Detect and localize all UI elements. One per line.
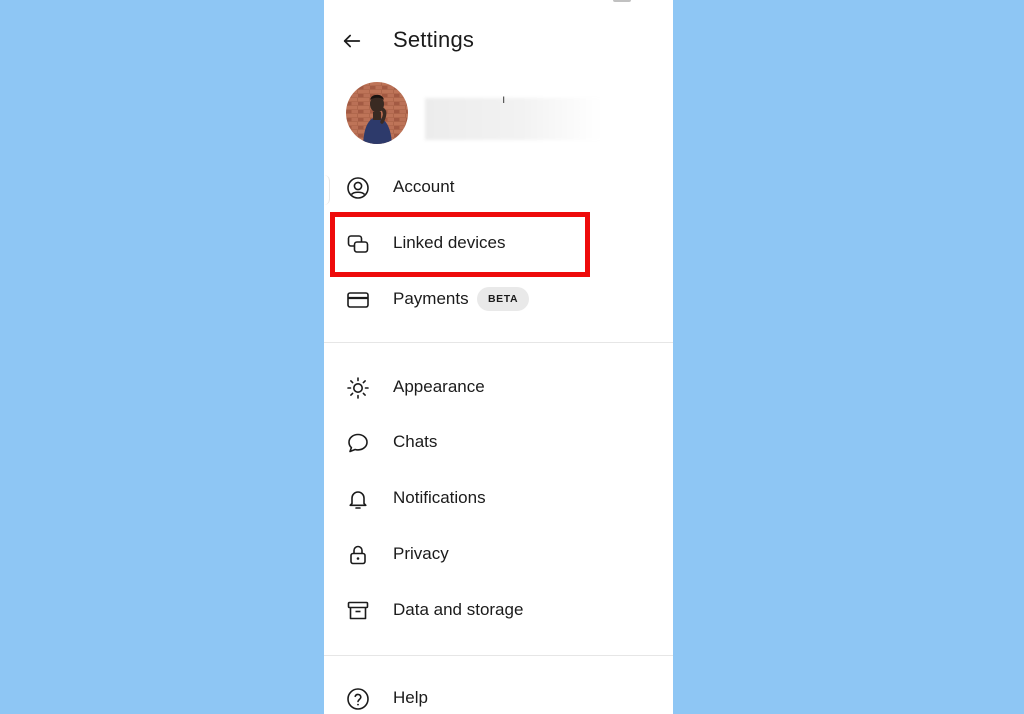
menu-label-account: Account <box>393 177 455 196</box>
settings-screen: Settings ı Account Linked devices Paymen… <box>324 0 673 714</box>
chat-bubble-icon <box>346 431 370 455</box>
profile-name-fragment: ı <box>502 92 506 106</box>
bell-icon <box>346 487 370 511</box>
account-circle-icon <box>346 176 370 200</box>
menu-label-appearance: Appearance <box>393 377 485 396</box>
menu-label-payments: Payments <box>393 289 469 308</box>
back-button[interactable] <box>338 27 366 55</box>
section-divider <box>324 655 673 656</box>
profile-row[interactable]: ı <box>324 78 673 148</box>
lock-icon <box>346 543 370 567</box>
menu-label-privacy: Privacy <box>393 544 449 563</box>
credit-card-icon <box>346 288 370 312</box>
profile-name-redacted <box>425 98 601 140</box>
sun-icon <box>346 376 370 400</box>
menu-item-chats[interactable]: Chats <box>324 418 673 468</box>
menu-label-data-and-storage: Data and storage <box>393 600 524 619</box>
avatar <box>346 82 408 144</box>
section-divider <box>324 342 673 343</box>
menu-item-help[interactable]: Help <box>324 674 673 714</box>
menu-item-account[interactable]: Account <box>324 163 673 213</box>
menu-item-linked-devices[interactable]: Linked devices <box>324 219 673 269</box>
arrow-left-icon <box>341 30 363 52</box>
beta-badge: BETA <box>477 287 530 311</box>
page-title: Settings <box>393 27 475 52</box>
menu-item-data-and-storage[interactable]: Data and storage <box>324 586 673 636</box>
menu-item-privacy[interactable]: Privacy <box>324 530 673 580</box>
linked-devices-icon <box>346 232 370 256</box>
menu-label-notifications: Notifications <box>393 488 486 507</box>
menu-item-notifications[interactable]: Notifications <box>324 474 673 524</box>
menu-label-help: Help <box>393 688 428 707</box>
menu-item-payments[interactable]: Payments BETA <box>324 275 673 325</box>
screenshot-canvas: Settings ı Account Linked devices Paymen… <box>0 0 1024 714</box>
menu-label-chats: Chats <box>393 432 438 451</box>
app-bar: Settings <box>324 0 673 80</box>
menu-label-linked-devices: Linked devices <box>393 233 506 252</box>
menu-item-appearance[interactable]: Appearance <box>324 363 673 413</box>
help-circle-icon <box>346 687 370 711</box>
archive-box-icon <box>346 599 370 623</box>
